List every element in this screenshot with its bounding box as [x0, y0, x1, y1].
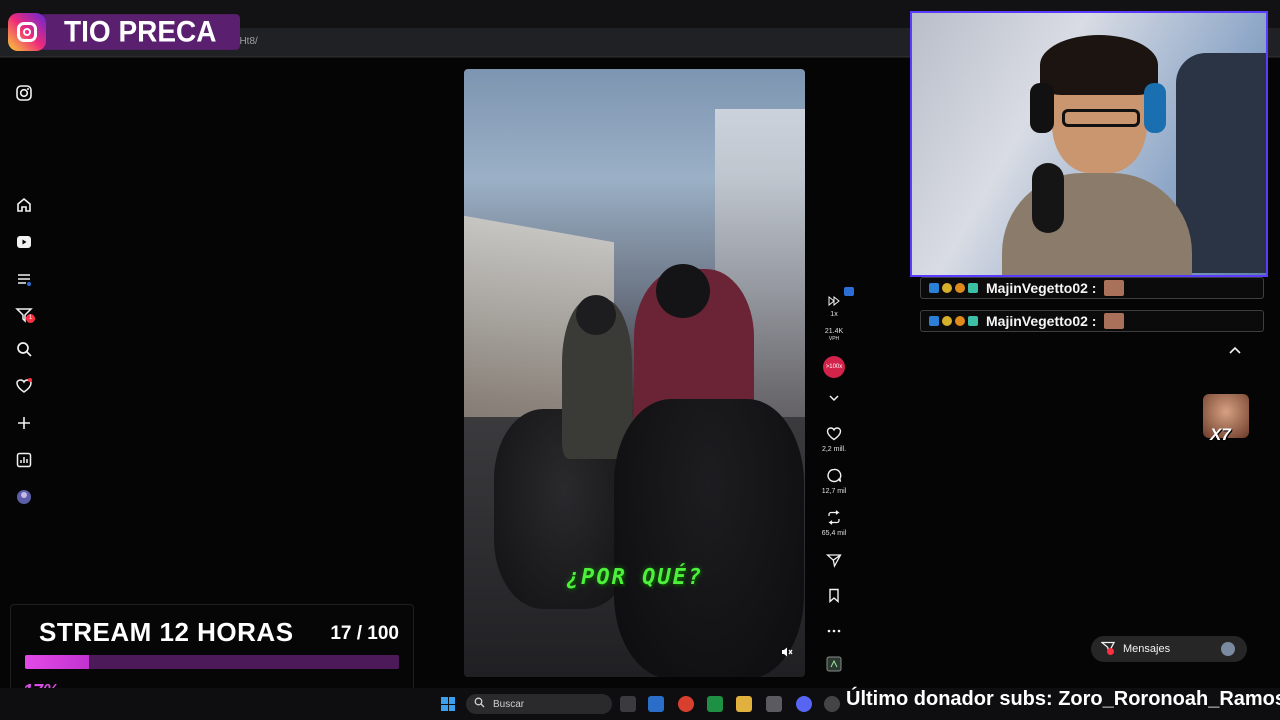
file-explorer-icon[interactable]: [736, 696, 752, 712]
video-caption: ¿POR QUÉ?: [565, 565, 704, 590]
excel-icon[interactable]: [707, 696, 723, 712]
create-plus-icon[interactable]: [14, 414, 34, 434]
webcam-headphone-left: [1030, 83, 1054, 133]
chrome-icon[interactable]: [678, 696, 694, 712]
vph-value: 21.4K: [824, 328, 844, 335]
badge-icon: [929, 316, 939, 326]
goal-count: 17 / 100: [330, 623, 399, 644]
taskbar-search[interactable]: Buscar: [466, 694, 612, 714]
task-view-icon[interactable]: [620, 696, 636, 712]
webcam-glasses: [1062, 109, 1140, 127]
badge-icon: [968, 283, 978, 293]
settings-icon[interactable]: [824, 696, 840, 712]
badge-icon: [942, 316, 952, 326]
webcam-microphone: [1032, 163, 1064, 233]
likes-count: 2,2 mill.: [821, 446, 847, 453]
instagram-icon[interactable]: [14, 84, 34, 104]
chevron-up-icon: [1229, 346, 1241, 354]
badge-icon: [929, 283, 939, 293]
feed-list-icon[interactable]: [14, 270, 34, 290]
trend-badge: >100x: [823, 356, 845, 378]
badge-icon: [955, 283, 965, 293]
vph-stat: 21.4K VPH: [816, 327, 852, 342]
search-icon: [474, 697, 485, 711]
streamer-name: TIO PRECA: [40, 14, 241, 50]
next-reel-button[interactable]: [816, 390, 852, 406]
store-icon[interactable]: [766, 696, 782, 712]
chat-message: MajinVegetto02 :: [920, 310, 1264, 332]
messages-unread-dot: [1107, 648, 1114, 655]
profile-avatar[interactable]: [14, 488, 34, 508]
badge-icon: [968, 316, 978, 326]
video-scene-helmet: [656, 264, 710, 318]
audio-track-icon: [816, 656, 852, 676]
chat-badges: [929, 283, 978, 293]
app-icon[interactable]: [648, 696, 664, 712]
streamer-brand-badge: TIO PRECA: [8, 12, 241, 52]
chat-message: MajinVegetto02 :: [920, 277, 1264, 299]
share-button[interactable]: [816, 553, 852, 572]
speed-label: 1x: [830, 311, 838, 318]
messages-icon[interactable]: 1: [14, 306, 35, 326]
vph-label: VPH: [828, 336, 840, 342]
goal-progress-fill: [25, 655, 89, 669]
repost-button[interactable]: 65,4 mil: [816, 510, 852, 537]
instagram-logo-icon: [8, 13, 46, 51]
chat-username: MajinVegetto02 :: [986, 313, 1097, 329]
save-button[interactable]: [816, 588, 852, 607]
scroll-up-button[interactable]: [1225, 340, 1245, 360]
speed-control[interactable]: 1x: [816, 294, 852, 318]
discord-icon[interactable]: [796, 696, 812, 712]
dashboard-icon[interactable]: [14, 451, 34, 471]
heart-icon: [816, 426, 852, 445]
donor-ticker: Último donador subs: Zoro_Roronoah_Ramos: [846, 688, 1280, 710]
home-icon[interactable]: [14, 196, 34, 216]
search-icon[interactable]: [14, 340, 34, 360]
mute-icon[interactable]: [781, 646, 793, 661]
messages-label: Mensajes: [1123, 643, 1171, 655]
taskbar-search-label: Buscar: [493, 698, 525, 710]
send-icon: [816, 553, 852, 572]
avatar: [1221, 642, 1235, 656]
chat-username: MajinVegetto02 :: [986, 280, 1097, 296]
video-scene-helmet-left: [576, 295, 616, 335]
comments-count: 12,7 mil: [821, 488, 847, 495]
reel-video[interactable]: ¿POR QUÉ?: [464, 69, 805, 677]
reposts-count: 65,4 mil: [821, 530, 847, 537]
like-button[interactable]: 2,2 mill.: [816, 426, 852, 453]
audio-thumbnail[interactable]: [816, 656, 852, 676]
comment-button[interactable]: 12,7 mil: [816, 468, 852, 495]
badge-icon: [955, 316, 965, 326]
chat-emote: [1104, 280, 1125, 296]
chevron-down-icon: [816, 390, 852, 406]
streamer-webcam: [910, 11, 1268, 277]
reels-icon[interactable]: [14, 233, 34, 253]
more-options-button[interactable]: [816, 622, 852, 638]
trend-indicator: >100x: [816, 356, 852, 378]
bookmark-icon: [816, 588, 852, 607]
webcam-headphone-right: [1144, 83, 1166, 133]
badge-icon: [942, 283, 952, 293]
webcam-person-body: [1002, 173, 1192, 275]
instagram-sidebar: 1: [0, 58, 48, 698]
repost-icon: [816, 510, 852, 529]
more-dots-icon: [816, 622, 852, 638]
messages-badge: 1: [26, 314, 35, 323]
comment-icon: [816, 468, 852, 487]
goal-title: STREAM 12 HORAS: [39, 617, 294, 647]
messages-button[interactable]: Mensajes: [1091, 636, 1247, 662]
video-scene-motorcycle: [614, 399, 804, 677]
emote-multiplier: X7: [1210, 425, 1231, 444]
goal-progress-track: [25, 655, 399, 669]
notifications-heart-icon[interactable]: [14, 377, 34, 397]
chat-badges: [929, 316, 978, 326]
chat-emote: [1104, 313, 1125, 329]
webcam-person-hair: [1040, 35, 1158, 95]
fast-forward-icon: [816, 294, 852, 310]
windows-start-icon[interactable]: [441, 697, 455, 711]
